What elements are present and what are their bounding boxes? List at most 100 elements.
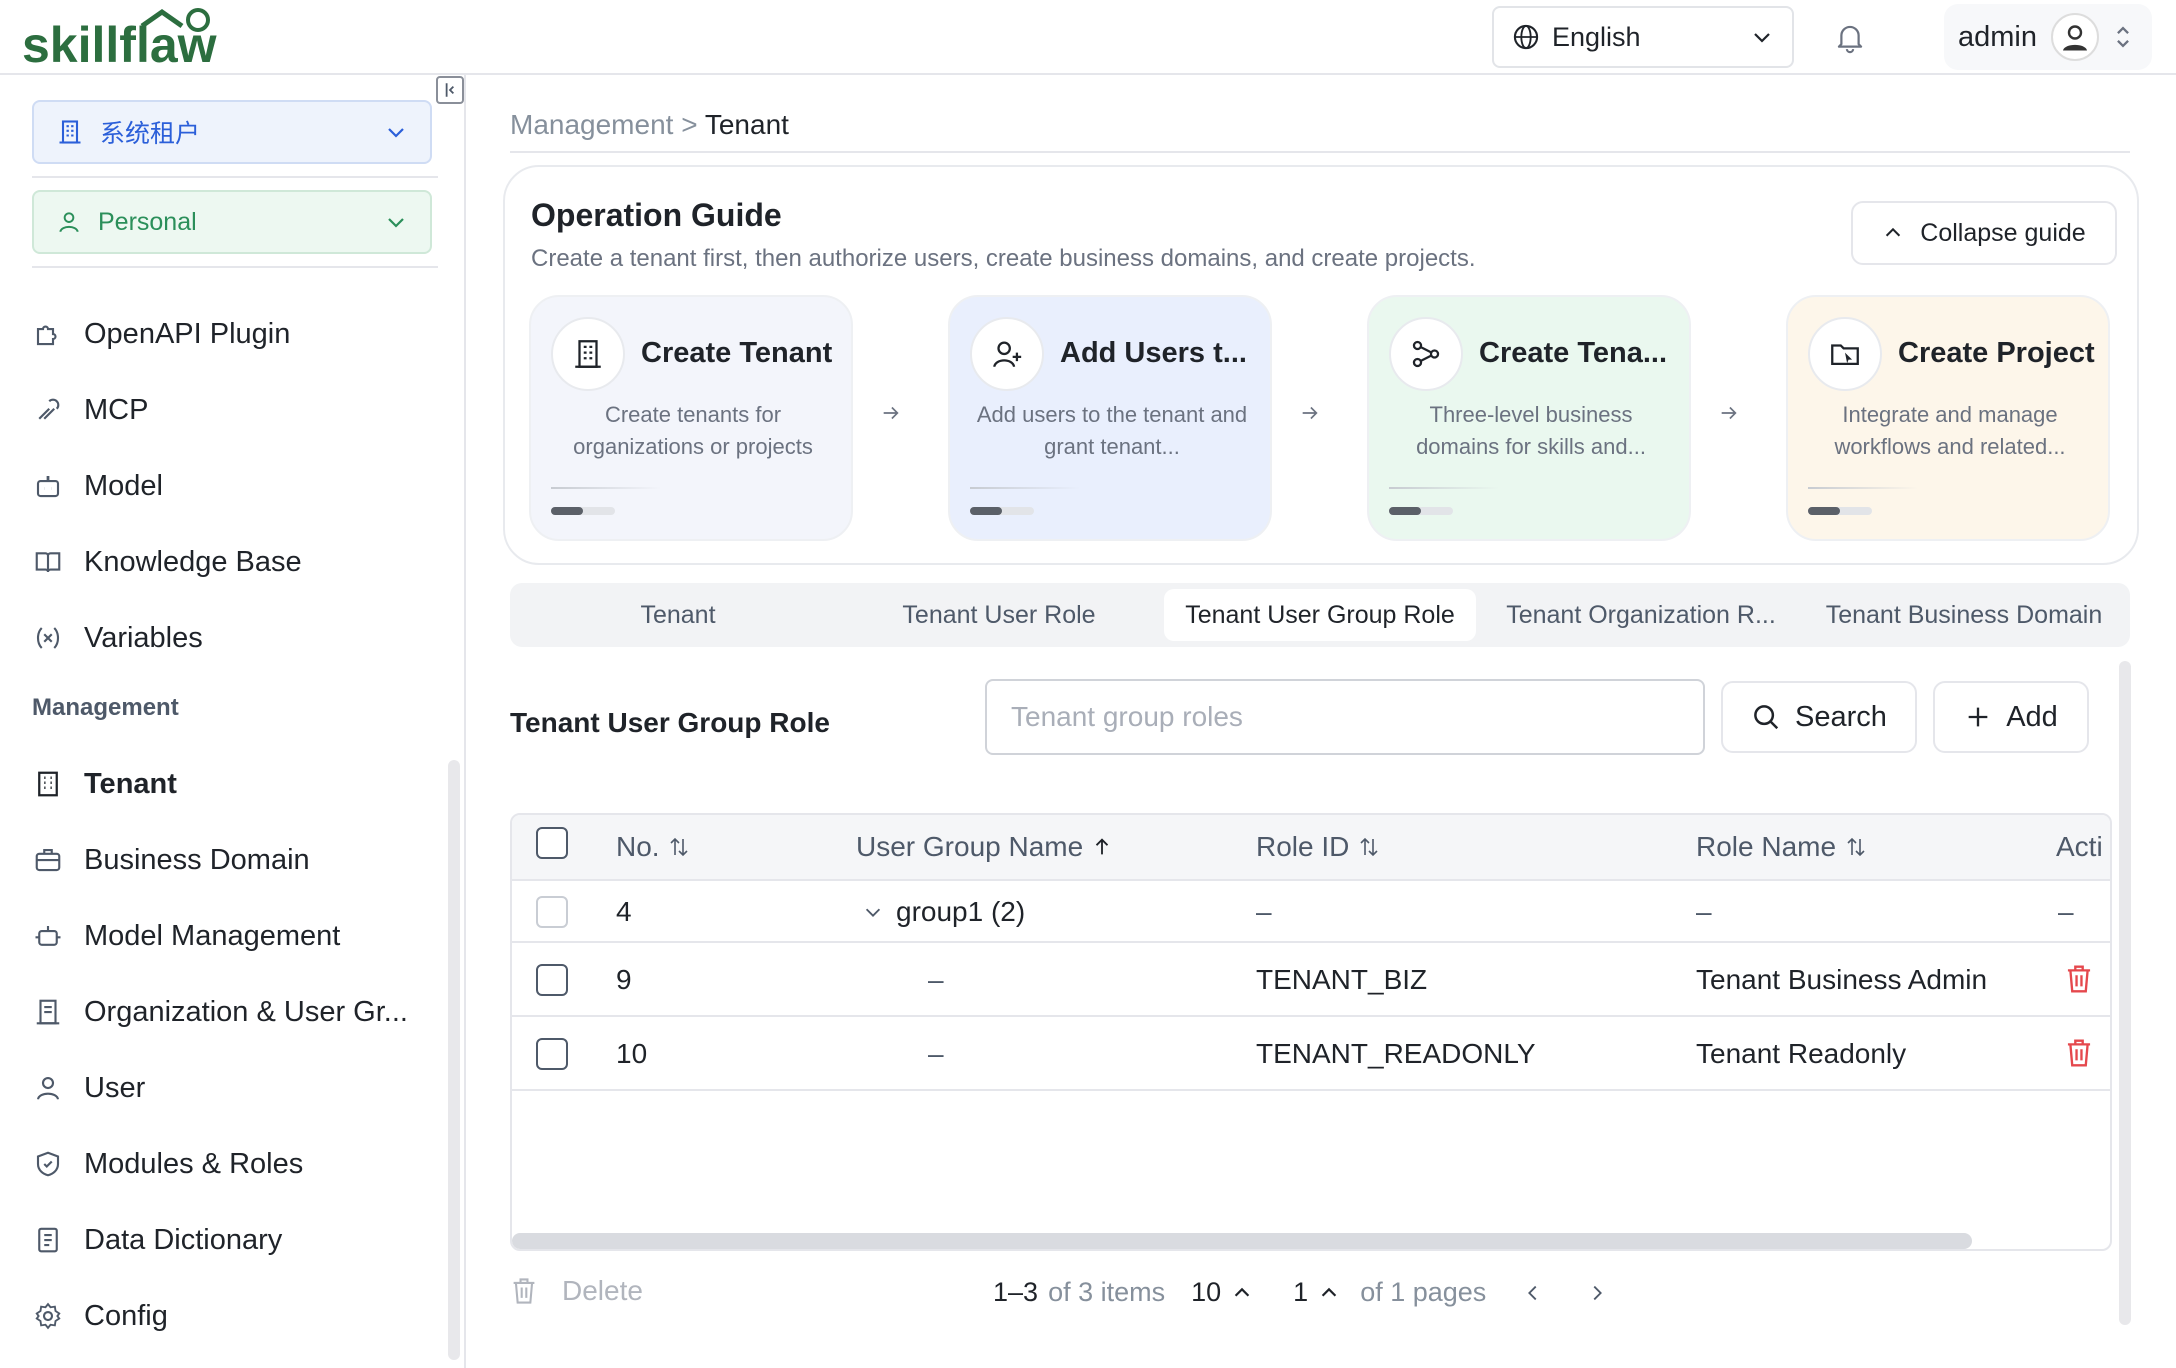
progress-indicator: [970, 507, 1034, 515]
search-input[interactable]: Tenant group roles: [985, 679, 1705, 755]
guide-card-create-project[interactable]: Create Project Integrate and manage work…: [1786, 295, 2110, 541]
cell-role-name: Tenant Business Admin: [1696, 964, 1988, 995]
breadcrumb-parent[interactable]: Management: [510, 109, 673, 140]
sidebar-item-model[interactable]: Model: [32, 456, 163, 516]
sidebar-item-tenant[interactable]: Tenant: [32, 754, 177, 814]
column-header-user-group-name[interactable]: User Group Name: [856, 831, 1113, 863]
column-header-label: No.: [616, 831, 660, 862]
breadcrumb-separator: >: [681, 109, 698, 140]
sidebar-collapse-button[interactable]: [436, 76, 464, 104]
delete-icon[interactable]: [2064, 1037, 2094, 1069]
column-header-role-name[interactable]: Role Name: [1696, 831, 1868, 863]
sidebar-item-label: Model: [84, 469, 163, 502]
dictionary-icon: [32, 1224, 64, 1256]
gear-icon: [32, 1300, 64, 1332]
column-header-action: Acti: [2056, 831, 2103, 862]
sidebar-item-organization[interactable]: Organization & User Gr...: [32, 982, 408, 1042]
briefcase-icon: [32, 844, 64, 876]
bulk-delete-label: Delete: [562, 1275, 643, 1306]
sidebar-item-label: MCP: [84, 393, 149, 426]
guide-card-desc: Integrate and manage workflows and relat…: [1834, 402, 2066, 459]
language-select[interactable]: English: [1492, 6, 1794, 68]
guide-card-title: Create Project: [1898, 337, 2095, 369]
collapse-guide-button[interactable]: Collapse guide: [1851, 201, 2117, 265]
guide-card-create-tenant[interactable]: Create Tenant Create tenants for organiz…: [529, 295, 853, 541]
sidebar-item-knowledge-base[interactable]: Knowledge Base: [32, 532, 302, 592]
chevron-down-icon[interactable]: [862, 901, 884, 923]
logo[interactable]: skillflaw: [22, 4, 272, 70]
chevron-up-icon[interactable]: [1318, 1282, 1340, 1304]
tenant-select-value: 系统租户: [100, 120, 201, 148]
chevron-right-icon[interactable]: [1586, 1282, 1608, 1304]
tab-tenant-user-group-role[interactable]: Tenant User Group Role: [1164, 589, 1476, 641]
row-checkbox[interactable]: [536, 896, 568, 928]
column-header-label: Role Name: [1696, 831, 1837, 862]
sidebar-item-label: Data Dictionary: [84, 1223, 283, 1256]
sidebar-item-config[interactable]: Config: [32, 1286, 168, 1346]
tab-bar: Tenant Tenant User Role Tenant User Grou…: [510, 583, 2130, 647]
tenant-select[interactable]: 系统租户: [32, 100, 432, 164]
breadcrumb-current: Tenant: [704, 109, 789, 140]
divider: [32, 266, 438, 268]
current-page[interactable]: 1: [1293, 1277, 1308, 1308]
delete-icon[interactable]: [2064, 963, 2094, 995]
sidebar-item-variables[interactable]: Variables: [32, 608, 203, 668]
space-select-value: Personal: [98, 207, 197, 236]
column-header-no[interactable]: No.: [616, 831, 691, 863]
sidebar-item-model-management[interactable]: Model Management: [32, 906, 340, 966]
arrow-right-icon: [1290, 393, 1330, 433]
divider: [32, 176, 438, 178]
row-checkbox[interactable]: [536, 1038, 568, 1070]
puzzle-icon: [32, 318, 64, 350]
table-row[interactable]: 9 – TENANT_BIZ Tenant Business Admin: [512, 943, 2110, 1017]
horizontal-scrollbar[interactable]: [512, 1233, 1972, 1249]
guide-card-title: Create Tenant: [641, 337, 833, 369]
org-icon: [32, 996, 64, 1028]
sidebar-item-label: Model Management: [84, 919, 341, 952]
space-select[interactable]: Personal: [32, 190, 432, 254]
bulk-delete-button[interactable]: Delete: [510, 1275, 643, 1307]
row-checkbox[interactable]: [536, 964, 568, 996]
tab-tenant[interactable]: Tenant: [518, 589, 838, 641]
chevron-left-icon[interactable]: [1522, 1282, 1544, 1304]
notification-button[interactable]: [1830, 18, 1870, 58]
globe-icon: [1513, 24, 1539, 50]
skillflaw-logo: skillflaw: [22, 8, 217, 68]
user-name: admin: [1958, 20, 2037, 53]
main-scrollbar[interactable]: [2119, 661, 2131, 1325]
sidebar-item-label: Business Domain: [84, 843, 310, 876]
table-row[interactable]: 4 group1 (2) – – –: [512, 881, 2110, 943]
chevron-up-icon[interactable]: [1231, 1282, 1253, 1304]
column-header-label: Role ID: [1256, 831, 1350, 862]
sort-icon: [670, 837, 688, 857]
tab-tenant-organization-role[interactable]: Tenant Organization R...: [1486, 589, 1796, 641]
tab-tenant-business-domain[interactable]: Tenant Business Domain: [1806, 589, 2122, 641]
select-all-checkbox[interactable]: [536, 827, 568, 859]
sidebar-item-modules-roles[interactable]: Modules & Roles: [32, 1134, 303, 1194]
roles-table: No. User Group Name Role ID Role Name Ac…: [510, 813, 2112, 1251]
guide-card-add-users[interactable]: Add Users t... Add users to the tenant a…: [948, 295, 1272, 541]
search-button[interactable]: Search: [1721, 681, 1917, 753]
add-button[interactable]: Add: [1933, 681, 2089, 753]
cell-role-name: –: [1696, 896, 1712, 927]
add-button-label: Add: [2006, 700, 2058, 733]
guide-card-create-tenant-domain[interactable]: Create Tena... Three-level business doma…: [1367, 295, 1691, 541]
page-size-value[interactable]: 10: [1191, 1277, 1221, 1308]
tab-tenant-user-role[interactable]: Tenant User Role: [842, 589, 1156, 641]
folder-cursor-icon: [1808, 317, 1882, 391]
table-row[interactable]: 10 – TENANT_READONLY Tenant Readonly: [512, 1017, 2110, 1091]
sidebar-item-user[interactable]: User: [32, 1058, 145, 1118]
user-menu[interactable]: admin: [1944, 4, 2152, 70]
workflow-icon: [1389, 317, 1463, 391]
sidebar-item-mcp[interactable]: MCP: [32, 380, 148, 440]
sidebar-item-openapi-plugin[interactable]: OpenAPI Plugin: [32, 304, 290, 364]
column-header-role-id[interactable]: Role ID: [1256, 831, 1381, 863]
sidebar-scrollbar[interactable]: [448, 760, 460, 1360]
search-icon: [1754, 705, 1779, 730]
arrow-right-icon: [1709, 393, 1749, 433]
pagination-total: of 3 items: [1048, 1277, 1166, 1307]
sidebar-item-data-dictionary[interactable]: Data Dictionary: [32, 1210, 282, 1270]
table-header: No. User Group Name Role ID Role Name Ac…: [512, 815, 2110, 881]
chevron-down-icon: [388, 128, 404, 138]
sidebar-item-business-domain[interactable]: Business Domain: [32, 830, 310, 890]
